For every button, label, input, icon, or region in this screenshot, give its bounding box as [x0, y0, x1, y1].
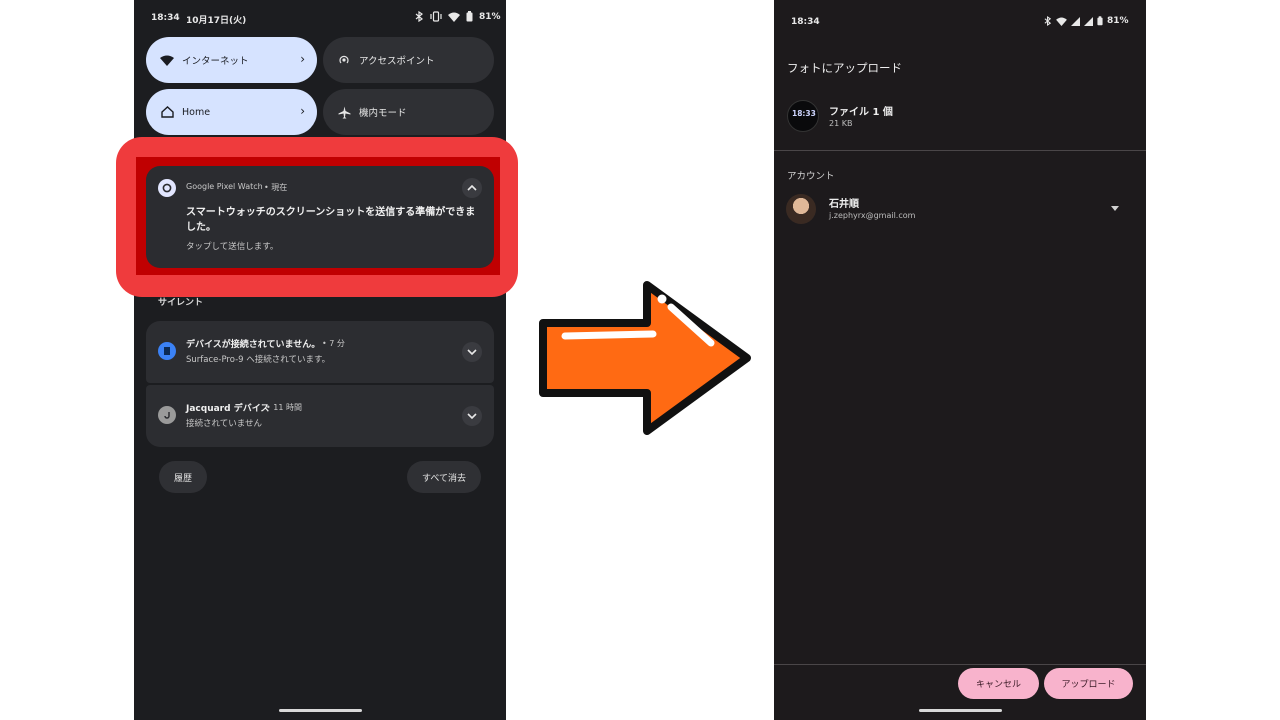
- airplane-icon: [337, 105, 351, 119]
- chevron-right-icon: ›: [300, 52, 305, 66]
- thumbnail-time: 18:33: [792, 109, 816, 118]
- battery-icon: [1097, 16, 1103, 26]
- notification-app-name: Google Pixel Watch: [186, 182, 263, 191]
- pixel-watch-notification[interactable]: Google Pixel Watch • 現在 スマートウォッチのスクリーンショ…: [146, 166, 494, 268]
- dropdown-arrow-icon: [1111, 206, 1119, 211]
- pixel-watch-app-icon: [158, 179, 176, 197]
- chevron-down-icon: [467, 349, 477, 355]
- cellular-signal-icon: [1084, 16, 1093, 26]
- tile-label: アクセスポイント: [359, 56, 435, 67]
- dialog-title: フォトにアップロード: [787, 61, 902, 75]
- upload-to-photos-screen: 18:34 81% フォトにアップロード 18:33 ファイル 1 個 21 K…: [774, 0, 1146, 720]
- notification-body: 接続されていません: [186, 419, 262, 429]
- jacquard-notification[interactable]: Jacquard デバイス • 11 時間 接続されていません: [146, 385, 494, 447]
- notification-title: デバイスが接続されていません。: [186, 340, 321, 350]
- status-icons: 81%: [415, 11, 501, 22]
- cancel-button[interactable]: キャンセル: [958, 668, 1039, 699]
- tile-label: Home: [182, 106, 211, 118]
- file-size: 21 KB: [829, 119, 853, 128]
- status-time: 18:34: [151, 13, 180, 23]
- chevron-right-icon: ›: [300, 104, 305, 118]
- tile-hotspot[interactable]: アクセスポイント: [323, 37, 494, 83]
- avatar: [786, 194, 816, 224]
- clear-all-button[interactable]: すべて消去: [407, 461, 481, 493]
- battery-icon: [466, 11, 473, 22]
- hotspot-icon: [337, 53, 351, 67]
- gesture-nav-handle[interactable]: [279, 709, 362, 712]
- divider: [774, 150, 1146, 151]
- chevron-up-icon: [467, 185, 477, 191]
- account-email: j.zephyrx@gmail.com: [829, 211, 916, 220]
- file-count: ファイル 1 個: [829, 107, 893, 118]
- notification-time: • 現在: [264, 183, 288, 192]
- status-date: 10月17日(火): [186, 16, 247, 26]
- account-section-label: アカウント: [787, 171, 835, 182]
- notification-title: スマートウォッチのスクリーンショットを送信する準備ができました。: [186, 207, 476, 233]
- history-button[interactable]: 履歴: [159, 461, 207, 493]
- upload-button[interactable]: アップロード: [1044, 668, 1133, 699]
- status-time: 18:34: [791, 17, 820, 27]
- notification-title: Jacquard デバイス: [186, 404, 270, 414]
- battery-percent: 81%: [1107, 16, 1129, 26]
- expand-button[interactable]: [462, 406, 482, 426]
- chevron-down-icon: [467, 413, 477, 419]
- collapse-button[interactable]: [462, 178, 482, 198]
- wifi-status-icon: [448, 12, 460, 22]
- device-app-icon: [158, 342, 176, 360]
- battery-percent: 81%: [479, 11, 501, 22]
- gesture-nav-handle[interactable]: [919, 709, 1002, 712]
- wifi-status-icon: [1056, 16, 1067, 26]
- notification-time: • 7 分: [322, 339, 345, 348]
- silent-section-label: サイレント: [158, 298, 204, 308]
- right-arrow-icon: [539, 281, 751, 435]
- device-disconnected-notification[interactable]: デバイスが接続されていません。 • 7 分 Surface-Pro-9 へ接続さ…: [146, 321, 494, 383]
- home-icon: [160, 105, 174, 119]
- bluetooth-icon: [415, 11, 424, 22]
- notification-time: • 11 時間: [266, 403, 302, 412]
- account-name: 石井順: [829, 199, 859, 210]
- status-icons: 81%: [1044, 16, 1129, 26]
- tile-home[interactable]: Home ›: [146, 89, 317, 135]
- tile-label: インターネット: [182, 56, 249, 67]
- vibrate-icon: [430, 11, 442, 22]
- notification-subtitle: タップして送信します。: [186, 242, 279, 252]
- tile-internet[interactable]: インターネット ›: [146, 37, 317, 83]
- bluetooth-icon: [1044, 16, 1052, 26]
- tile-airplane-mode[interactable]: 機内モード: [323, 89, 494, 135]
- tile-label: 機内モード: [359, 108, 407, 119]
- wifi-icon: [160, 53, 174, 67]
- expand-button[interactable]: [462, 342, 482, 362]
- cellular-signal-icon: [1071, 16, 1080, 26]
- account-selector[interactable]: 石井順 j.zephyrx@gmail.com: [785, 193, 1119, 229]
- watch-screenshot-thumbnail: 18:33: [787, 100, 819, 132]
- jacquard-app-icon: [158, 406, 176, 424]
- divider: [774, 664, 1146, 665]
- notification-body: Surface-Pro-9 へ接続されています。: [186, 355, 331, 365]
